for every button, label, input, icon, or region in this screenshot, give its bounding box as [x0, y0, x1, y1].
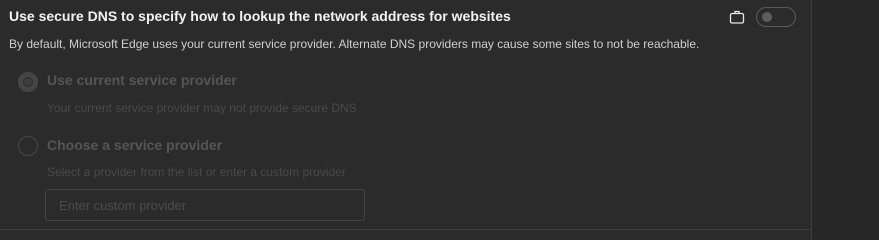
secure-dns-toggle[interactable]: [756, 7, 796, 27]
option-sublabel-current-provider: Your current service provider may not pr…: [47, 101, 357, 115]
radio-choose-provider[interactable]: [18, 136, 38, 156]
setting-title: Use secure DNS to specify how to lookup …: [9, 8, 511, 24]
option-label-current-provider: Use current service provider: [47, 72, 237, 88]
toggle-knob: [762, 12, 772, 22]
settings-page: Use secure DNS to specify how to lookup …: [0, 0, 879, 240]
section-divider: [0, 229, 812, 230]
option-sublabel-choose-provider: Select a provider from the list or enter…: [47, 165, 346, 179]
option-label-choose-provider: Choose a service provider: [47, 137, 223, 153]
setting-description: By default, Microsoft Edge uses your cur…: [9, 37, 700, 51]
briefcase-icon: [729, 9, 745, 25]
secure-dns-setting-card: Use secure DNS to specify how to lookup …: [0, 0, 812, 240]
radio-use-current-provider[interactable]: [18, 72, 38, 92]
custom-provider-input[interactable]: [45, 189, 365, 221]
